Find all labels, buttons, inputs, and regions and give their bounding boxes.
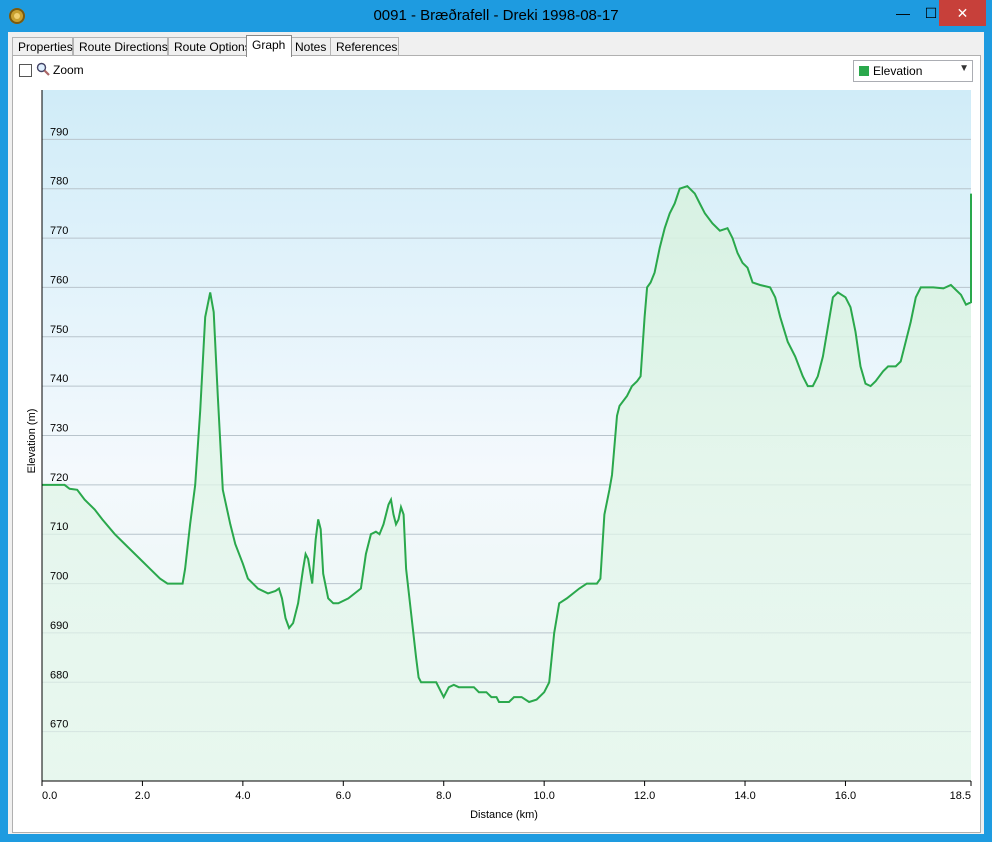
dialog-client-area: Properties Route Directions Route Option… [8,32,984,834]
y-tick-label: 770 [50,225,68,237]
y-tick-label: 680 [50,669,68,681]
app-window: 0091 - Bræðrafell - Dreki 1998-08-17 — ☐… [0,0,992,842]
tab-route-options[interactable]: Route Options [168,37,251,56]
x-tick-label: 0.0 [42,790,57,802]
x-tick-label: 16.0 [835,790,856,802]
y-axis-label: Elevation (m) [26,409,38,474]
y-tick-label: 710 [50,521,68,533]
x-axis-ticks: 0.0 2.0 4.0 6.0 8.0 10.0 12.0 14.0 16.0 18.5 [41,781,972,802]
close-button[interactable]: ✕ [939,0,986,26]
tab-properties[interactable]: Properties [12,37,73,56]
y-tick-label: 740 [50,373,68,385]
y-tick-label: 750 [50,324,68,336]
y-tick-label: 670 [50,719,68,731]
y-tick-label: 760 [50,274,68,286]
window-title: 0091 - Bræðrafell - Dreki 1998-08-17 [373,7,619,24]
x-axis-label: Distance (km) [470,809,538,821]
title-bar[interactable]: 0091 - Bræðrafell - Dreki 1998-08-17 — ☐… [0,0,992,32]
y-tick-label: 690 [50,620,68,632]
x-tick-label: 12.0 [634,790,655,802]
tab-references[interactable]: References [330,37,399,56]
tab-graph[interactable]: Graph [246,35,292,57]
x-tick-label: 14.0 [734,790,755,802]
elevation-chart: 0.0 2.0 4.0 6.0 8.0 10.0 12.0 14.0 16.0 18.5 670 6… [26,90,972,821]
x-tick-label: 18.5 [950,790,971,802]
tab-route-directions[interactable]: Route Directions [73,37,168,56]
y-tick-label: 720 [50,472,68,484]
x-tick-label: 10.0 [533,790,554,802]
graph-panel: Zoom Elevation ▼ 0.0 2.0 4.0 6.0 8.0 10.… [12,55,981,833]
x-tick-label: 8.0 [436,790,451,802]
x-tick-label: 4.0 [235,790,250,802]
y-tick-label: 730 [50,423,68,435]
y-tick-label: 700 [50,571,68,583]
x-tick-label: 6.0 [336,790,351,802]
y-tick-label: 780 [50,176,68,188]
y-tick-label: 790 [50,126,68,138]
x-tick-label: 2.0 [135,790,150,802]
tab-notes[interactable]: Notes [289,37,331,56]
